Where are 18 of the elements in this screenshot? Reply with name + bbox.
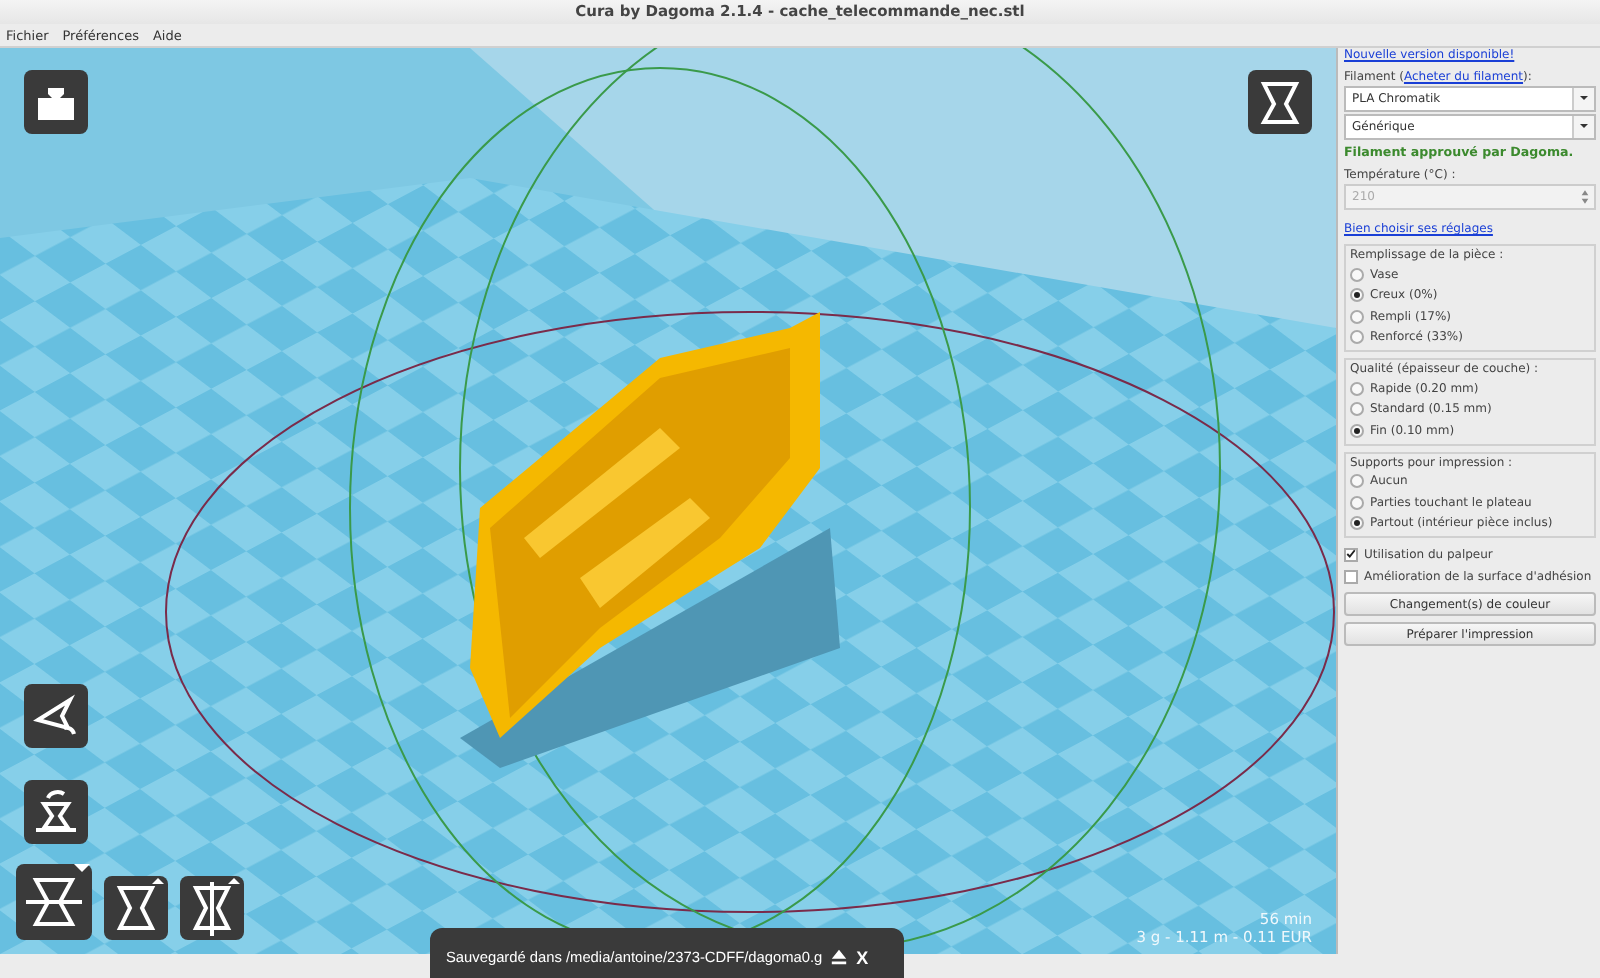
radio-button[interactable] [1350,288,1364,303]
mirror-icon[interactable] [104,876,168,941]
split-icon[interactable] [180,876,244,941]
radio-button[interactable] [1350,474,1364,489]
radio-button[interactable] [1350,516,1364,531]
radio-button[interactable] [1350,423,1364,438]
radio-button[interactable] [1350,381,1364,396]
radio-button[interactable] [1350,309,1364,324]
lay-flat-icon[interactable] [24,780,88,845]
scale-icon[interactable] [16,864,92,941]
rotate-icon[interactable] [24,684,88,749]
radio-button[interactable] [1350,330,1364,345]
checkbox[interactable] [1344,569,1358,584]
checkbox[interactable] [1344,547,1358,562]
eject-icon[interactable] [830,948,849,967]
radio-button[interactable] [1350,402,1364,417]
radio-button[interactable] [1350,267,1364,282]
radio-button[interactable] [1350,495,1364,510]
